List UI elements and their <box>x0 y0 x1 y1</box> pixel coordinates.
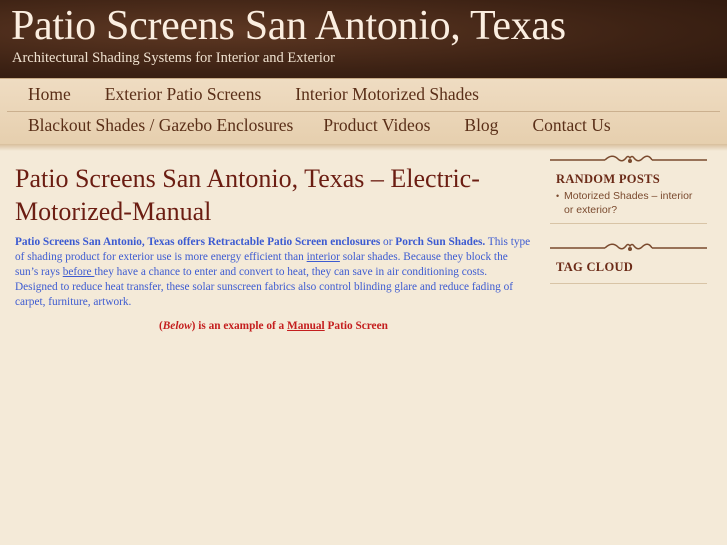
nav-item-blackout-shades[interactable]: Blackout Shades / Gazebo Enclosures <box>28 115 293 136</box>
before-link[interactable]: before <box>63 266 95 278</box>
porch-sun-shades-link[interactable]: Porch Sun Shades. <box>395 236 485 248</box>
nav-item-product-videos[interactable]: Product Videos <box>323 115 430 136</box>
nav-item-home[interactable]: Home <box>28 84 71 105</box>
site-description: Architectural Shading Systems for Interi… <box>12 50 335 66</box>
sidebar: RANDOM POSTS • Motorized Shades – interi… <box>550 150 707 284</box>
caption-mid: ) is an example of a <box>191 320 288 332</box>
nav-divider <box>7 111 720 112</box>
image-caption: (Below) is an example of a Manual Patio … <box>159 320 388 332</box>
random-posts-title: RANDOM POSTS <box>556 172 660 186</box>
nav-item-blog[interactable]: Blog <box>464 115 498 136</box>
caption-manual: Manual <box>287 320 325 332</box>
nav-row-2: Blackout Shades / Gazebo Enclosures Prod… <box>28 115 641 141</box>
tag-cloud-title: TAG CLOUD <box>556 260 634 274</box>
nav-item-contact-us[interactable]: Contact Us <box>532 115 610 136</box>
random-post-item[interactable]: • Motorized Shades – interior or exterio… <box>550 189 707 217</box>
site-header: Patio Screens San Antonio, Texas Archite… <box>0 0 727 78</box>
site-title[interactable]: Patio Screens San Antonio, Texas <box>11 2 566 50</box>
post-body: Patio Screens San Antonio, Texas offers … <box>15 235 532 310</box>
nav-item-exterior-patio-screens[interactable]: Exterior Patio Screens <box>105 84 261 105</box>
bullet-icon: • <box>556 191 560 201</box>
intro-link[interactable]: Patio Screens San Antonio, Texas offers … <box>15 236 380 248</box>
widget-separator <box>550 283 707 284</box>
ornament-divider-icon <box>550 150 707 170</box>
post-title[interactable]: Patio Screens San Antonio, Texas – Elect… <box>15 162 535 228</box>
caption-below: Below <box>162 320 192 332</box>
random-post-link[interactable]: Motorized Shades – interior or exterior? <box>564 190 692 216</box>
main-navigation: Home Exterior Patio Screens Interior Mot… <box>0 78 727 145</box>
interior-link[interactable]: interior <box>307 251 340 263</box>
ornament-divider-icon <box>550 238 707 258</box>
nav-item-interior-motorized-shades[interactable]: Interior Motorized Shades <box>295 84 479 105</box>
or-text: or <box>380 236 396 248</box>
nav-row-1: Home Exterior Patio Screens Interior Mot… <box>28 84 509 110</box>
caption-end: Patio Screen <box>324 320 388 332</box>
